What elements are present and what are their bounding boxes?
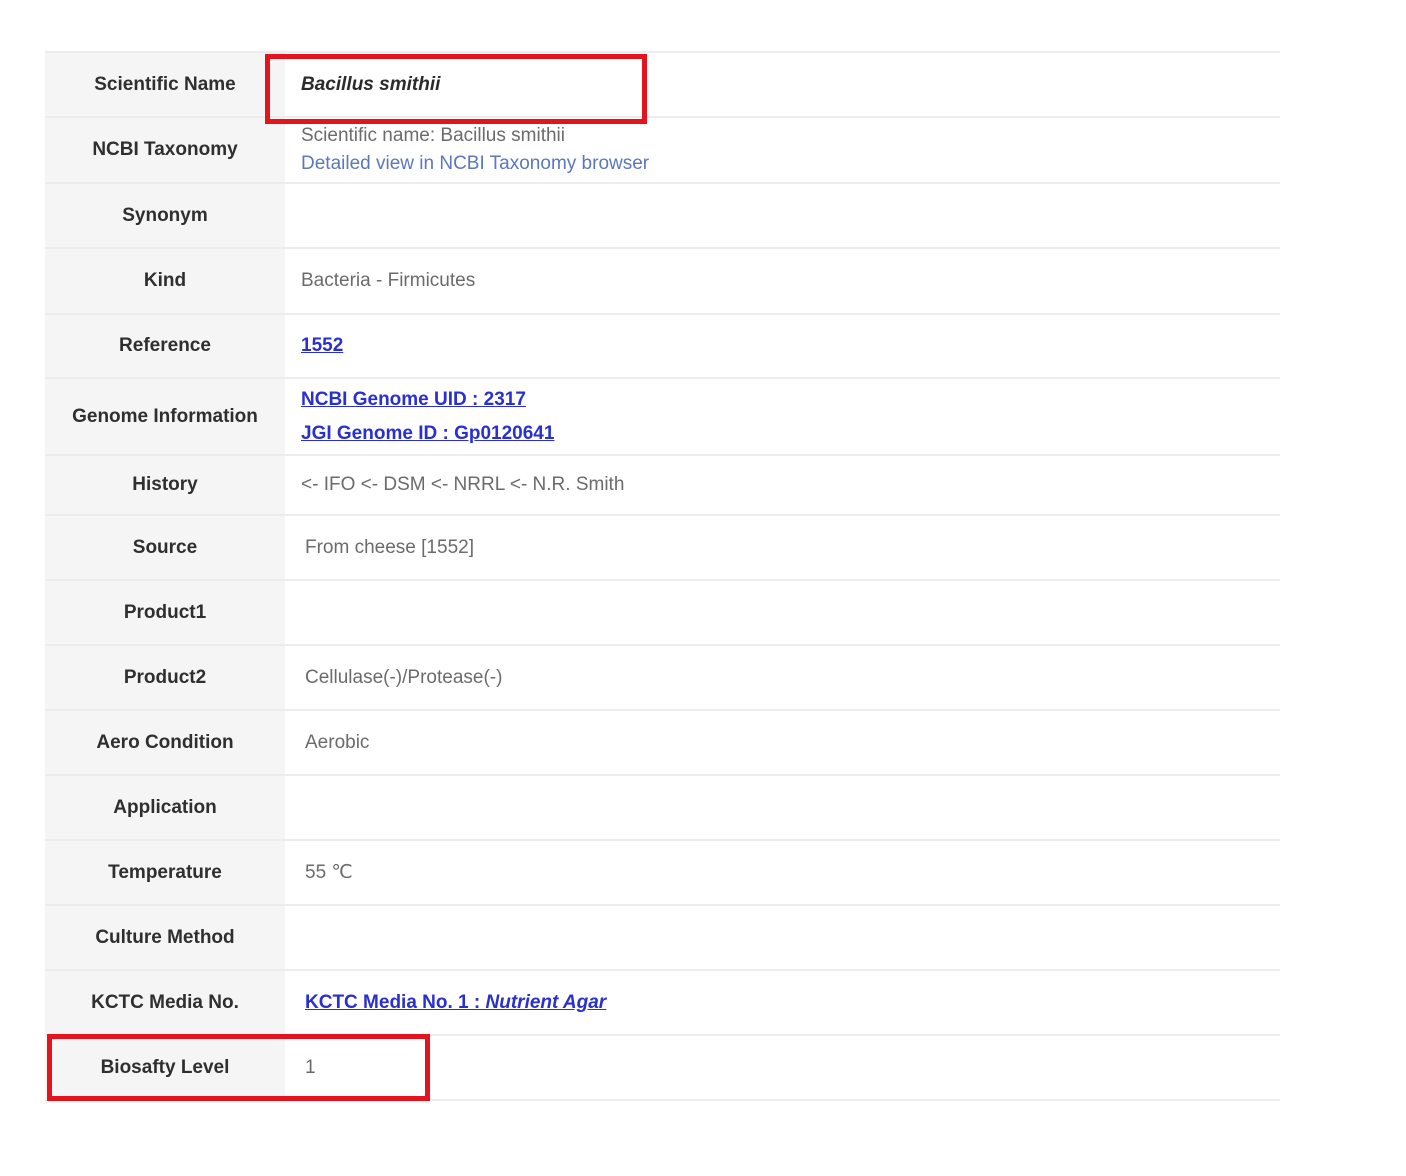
row-aero-condition: Aero Condition Aerobic (45, 711, 1280, 776)
value-history: <- IFO <- DSM <- NRRL <- N.R. Smith (285, 456, 1280, 514)
row-biosafety-level: Biosafty Level 1 (45, 1036, 1280, 1101)
source-text: From cheese [1552] (305, 536, 474, 558)
value-source: From cheese [1552] (285, 516, 1280, 579)
product2-text: Cellulase(-)/Protease(-) (305, 666, 503, 688)
value-culture-method (285, 906, 1280, 969)
ncbi-genome-uid-link[interactable]: NCBI Genome UID : 2317 (301, 389, 526, 410)
value-temperature: 55 ℃ (285, 841, 1280, 904)
reference-link[interactable]: 1552 (301, 335, 343, 356)
row-genome-information: Genome Information NCBI Genome UID : 231… (45, 379, 1280, 456)
kctc-media-link-name: Nutrient Agar (485, 991, 607, 1013)
row-ncbi-taxonomy: NCBI Taxonomy Scientific name: Bacillus … (45, 118, 1280, 184)
label-biosafety-level: Biosafty Level (45, 1036, 285, 1099)
label-application: Application (45, 776, 285, 839)
label-kctc-media: KCTC Media No. (45, 971, 285, 1034)
label-reference: Reference (45, 315, 285, 377)
label-genome-information: Genome Information (45, 379, 285, 454)
row-reference: Reference 1552 (45, 315, 1280, 379)
history-text: <- IFO <- DSM <- NRRL <- N.R. Smith (301, 474, 625, 495)
kctc-media-link[interactable]: KCTC Media No. 1 : Nutrient Agar (305, 992, 606, 1013)
label-source: Source (45, 516, 285, 579)
label-culture-method: Culture Method (45, 906, 285, 969)
value-synonym (285, 184, 1280, 247)
label-kind: Kind (45, 249, 285, 313)
row-kind: Kind Bacteria - Firmicutes (45, 249, 1280, 315)
jgi-genome-id-link[interactable]: JGI Genome ID : Gp0120641 (301, 423, 554, 444)
row-history: History <- IFO <- DSM <- NRRL <- N.R. Sm… (45, 456, 1280, 516)
row-culture-method: Culture Method (45, 906, 1280, 971)
value-aero-condition: Aerobic (285, 711, 1280, 774)
ncbi-scientific-name-text: Scientific name: Bacillus smithii (301, 125, 565, 146)
row-temperature: Temperature 55 ℃ (45, 841, 1280, 906)
label-history: History (45, 456, 285, 514)
label-aero-condition: Aero Condition (45, 711, 285, 774)
ncbi-taxonomy-browser-link[interactable]: Detailed view in NCBI Taxonomy browser (301, 153, 1280, 175)
value-product2: Cellulase(-)/Protease(-) (285, 646, 1280, 709)
label-product2: Product2 (45, 646, 285, 709)
value-scientific-name: Bacillus smithii (285, 53, 1280, 116)
kind-text: Bacteria - Firmicutes (301, 270, 476, 291)
aero-condition-text: Aerobic (305, 731, 370, 753)
row-kctc-media: KCTC Media No. KCTC Media No. 1 : Nutrie… (45, 971, 1280, 1036)
value-genome-information: NCBI Genome UID : 2317 JGI Genome ID : G… (285, 379, 1280, 454)
row-scientific-name: Scientific Name Bacillus smithii (45, 53, 1280, 118)
label-product1: Product1 (45, 581, 285, 644)
value-ncbi-taxonomy: Scientific name: Bacillus smithii Detail… (285, 118, 1280, 182)
value-kind: Bacteria - Firmicutes (285, 249, 1280, 313)
label-synonym: Synonym (45, 184, 285, 247)
temperature-text: 55 ℃ (305, 862, 353, 883)
label-ncbi-taxonomy: NCBI Taxonomy (45, 118, 285, 182)
row-product2: Product2 Cellulase(-)/Protease(-) (45, 646, 1280, 711)
strain-info-table: Scientific Name Bacillus smithii NCBI Ta… (45, 51, 1280, 1101)
row-product1: Product1 (45, 581, 1280, 646)
biosafety-level-text: 1 (305, 1056, 316, 1078)
value-reference: 1552 (285, 315, 1280, 377)
value-biosafety-level: 1 (285, 1036, 1280, 1099)
row-source: Source From cheese [1552] (45, 516, 1280, 581)
label-scientific-name: Scientific Name (45, 53, 285, 116)
label-temperature: Temperature (45, 841, 285, 904)
value-kctc-media: KCTC Media No. 1 : Nutrient Agar (285, 971, 1280, 1034)
value-application (285, 776, 1280, 839)
row-synonym: Synonym (45, 184, 1280, 249)
kctc-media-link-prefix: KCTC Media No. 1 : (305, 991, 486, 1013)
row-application: Application (45, 776, 1280, 841)
scientific-name-text: Bacillus smithii (301, 73, 441, 95)
value-product1 (285, 581, 1280, 644)
